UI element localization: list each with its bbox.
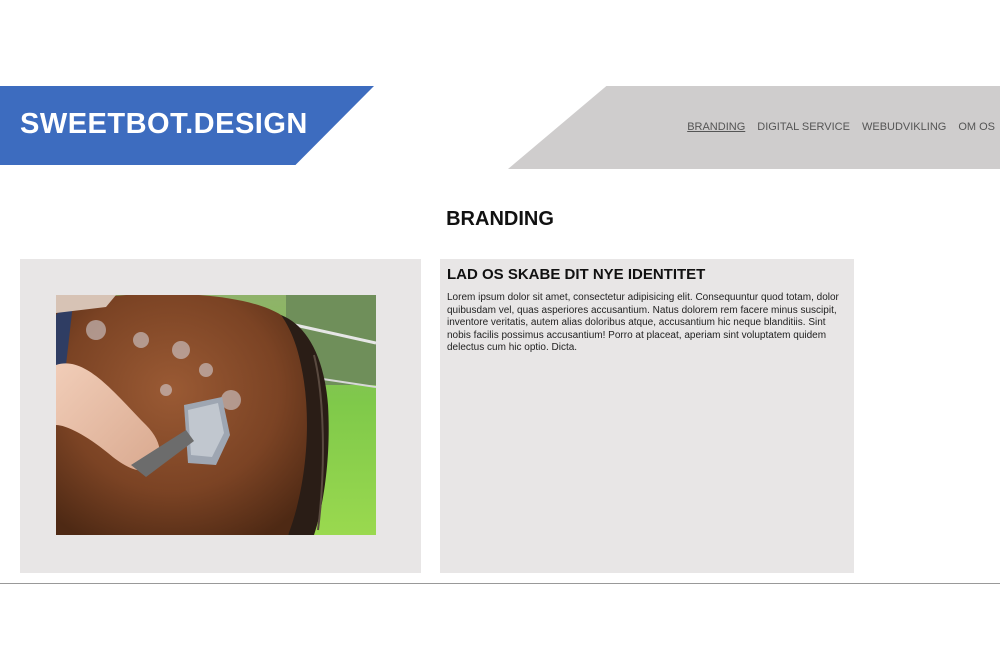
nav-banner: BRANDING DIGITAL SERVICE WEBUDVIKLING OM… bbox=[508, 86, 1000, 169]
page: SWEETBOT.DESIGN BRANDING DIGITAL SERVICE… bbox=[0, 0, 1000, 667]
section-body: Lorem ipsum dolor sit amet, consectetur … bbox=[447, 292, 839, 354]
footer-divider bbox=[0, 583, 1000, 584]
nav-item-om-os[interactable]: OM OS bbox=[958, 121, 995, 133]
main-nav: BRANDING DIGITAL SERVICE WEBUDVIKLING OM… bbox=[687, 121, 995, 133]
text-card: LAD OS SKABE DIT NYE IDENTITET Lorem ips… bbox=[440, 259, 854, 573]
nav-item-branding[interactable]: BRANDING bbox=[687, 121, 745, 133]
nav-item-digital-service[interactable]: DIGITAL SERVICE bbox=[757, 121, 850, 133]
logo[interactable]: SWEETBOT.DESIGN bbox=[20, 108, 308, 141]
section-heading: LAD OS SKABE DIT NYE IDENTITET bbox=[447, 266, 706, 283]
horse-photo bbox=[56, 295, 376, 535]
nav-item-webudvikling[interactable]: WEBUDVIKLING bbox=[862, 121, 946, 133]
image-card bbox=[20, 259, 421, 573]
page-title: BRANDING bbox=[446, 208, 554, 230]
logo-banner[interactable]: SWEETBOT.DESIGN bbox=[0, 86, 374, 165]
